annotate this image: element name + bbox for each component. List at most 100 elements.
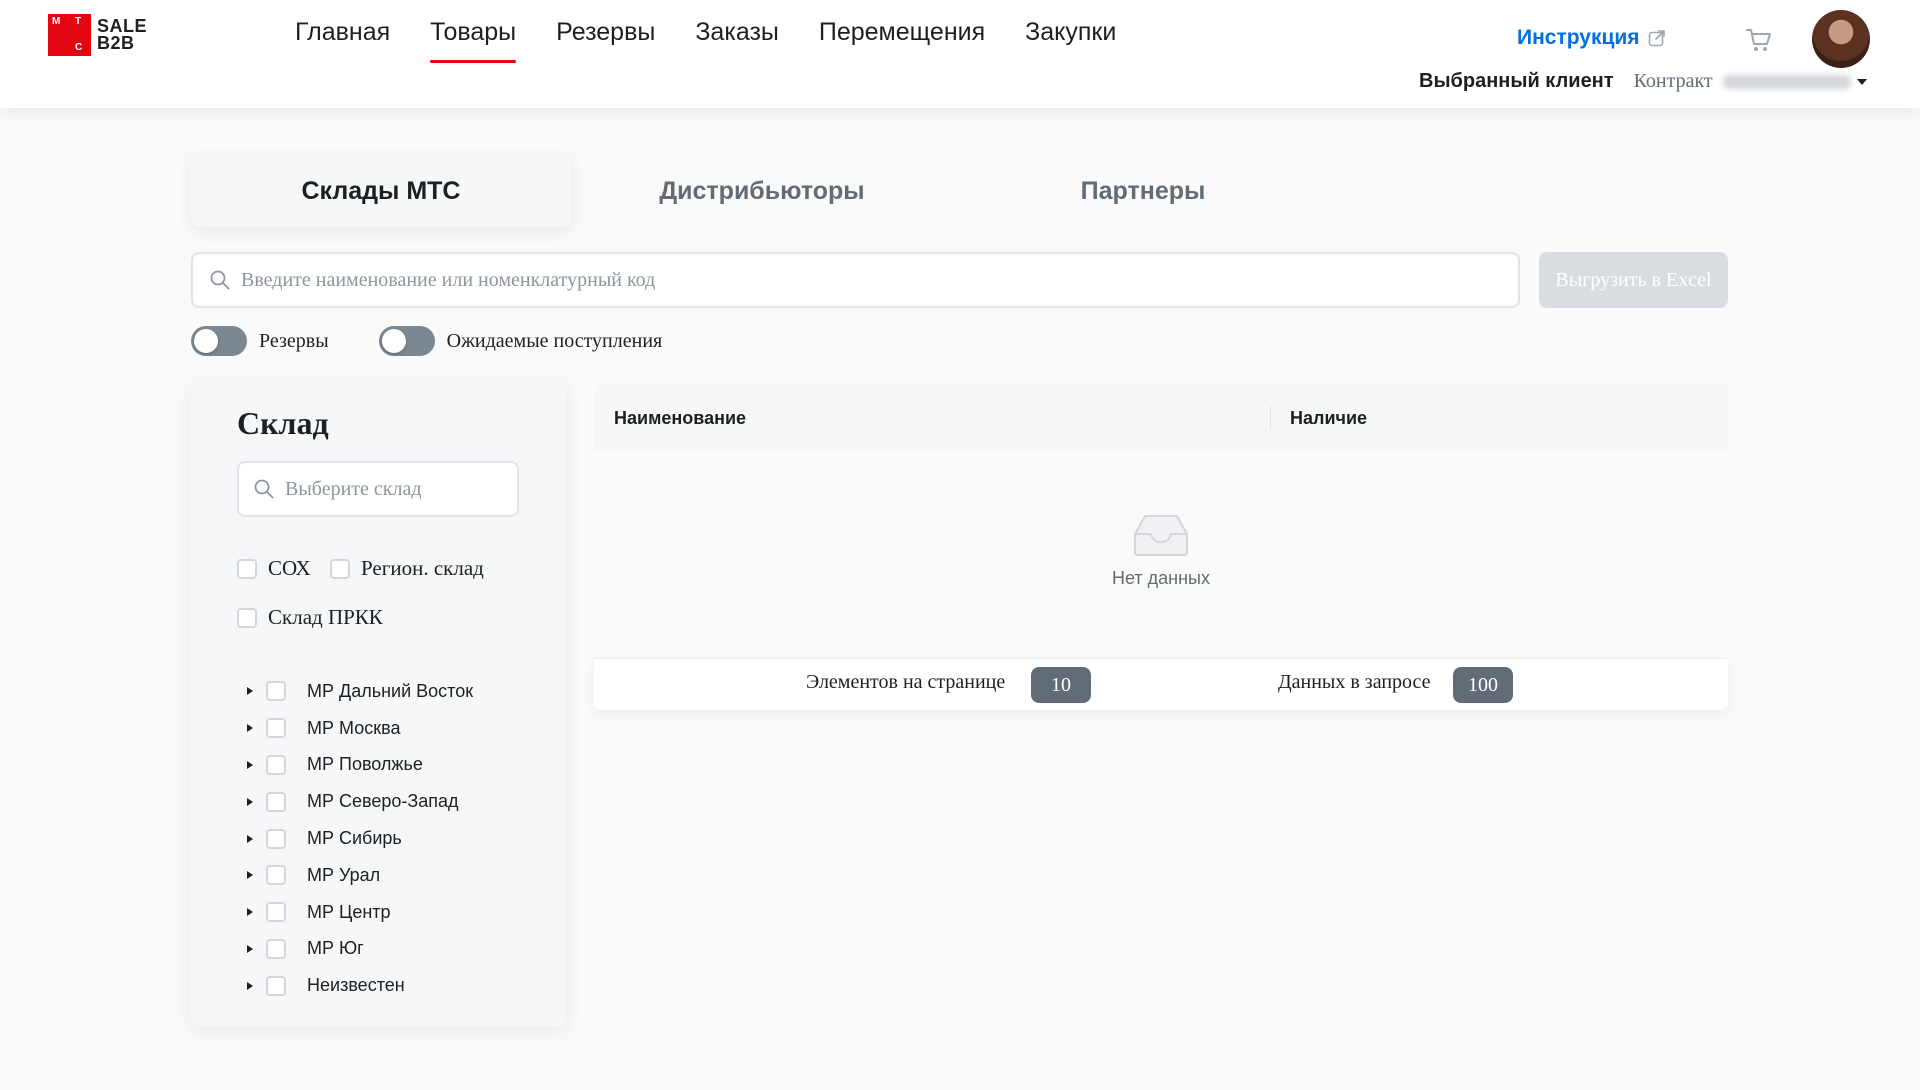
- expected-arrivals-toggle-label: Ожидаемые поступления: [446, 329, 663, 352]
- nav-item-home[interactable]: Главная: [295, 18, 390, 63]
- region-tree: МР Дальний Восток МР Москва МР Поволжье …: [245, 673, 473, 1004]
- caret-right-icon[interactable]: [247, 687, 253, 696]
- checkbox[interactable]: [266, 865, 286, 886]
- contract-label: Контракт: [1633, 70, 1713, 92]
- tree-item-label: МР Юг: [307, 938, 364, 959]
- tree-item-label: МР Северо-Запад: [307, 791, 459, 812]
- chevron-down-icon[interactable]: [1856, 78, 1867, 85]
- logo-letter-s: С: [75, 42, 83, 53]
- product-search-input[interactable]: [241, 268, 1441, 292]
- option-label: СОХ: [268, 556, 311, 580]
- nav-item-reserves[interactable]: Резервы: [556, 18, 655, 63]
- pagination-bar: Элементов на странице 10 Данных в запрос…: [594, 658, 1728, 710]
- tree-item-label: МР Центр: [307, 901, 391, 922]
- mts-logo-mark: М Т С: [48, 14, 91, 56]
- search-icon: [210, 270, 230, 290]
- main-nav: Главная Товары Резервы Заказы Перемещени…: [295, 18, 1156, 63]
- checkbox[interactable]: [237, 607, 257, 628]
- option-regional-warehouse[interactable]: Регион. склад: [330, 556, 484, 581]
- per-page-label: Элементов на странице: [806, 671, 1006, 693]
- caret-right-icon[interactable]: [247, 871, 253, 880]
- logo-text: SALE B2B: [97, 17, 147, 53]
- tab-partners[interactable]: Партнеры: [953, 155, 1333, 227]
- option-prkk-warehouse[interactable]: Склад ПРКК: [237, 605, 383, 630]
- caret-right-icon[interactable]: [247, 908, 253, 917]
- tree-item-label: МР Москва: [307, 717, 401, 738]
- checkbox[interactable]: [266, 718, 286, 739]
- checkbox[interactable]: [266, 681, 286, 702]
- nav-item-purchases[interactable]: Закупки: [1025, 18, 1116, 63]
- tab-distributors[interactable]: Дистрибьюторы: [572, 155, 952, 227]
- product-search: [191, 252, 1520, 308]
- caret-right-icon[interactable]: [247, 724, 253, 733]
- expected-arrivals-toggle[interactable]: [378, 326, 435, 356]
- tree-item-label: МР Дальний Восток: [307, 680, 474, 701]
- warehouse-search: [237, 461, 519, 517]
- table-header: Наименование Наличие: [594, 384, 1728, 452]
- option-label: Регион. склад: [361, 556, 484, 580]
- cart-icon[interactable]: [1745, 26, 1773, 54]
- warehouse-filter-title: Склад: [237, 405, 329, 441]
- checkbox[interactable]: [266, 975, 286, 996]
- option-sokh[interactable]: СОХ: [237, 556, 311, 581]
- nav-item-products[interactable]: Товары: [430, 18, 517, 63]
- instruction-link-label: Инструкция: [1517, 26, 1640, 49]
- contract-value-blurred: [1722, 74, 1851, 89]
- column-header-name[interactable]: Наименование: [614, 408, 746, 429]
- checkbox[interactable]: [266, 938, 286, 959]
- search-icon: [254, 479, 274, 499]
- checkbox[interactable]: [266, 791, 286, 812]
- request-size-select[interactable]: 100: [1453, 667, 1513, 703]
- per-page-select[interactable]: 10: [1031, 667, 1091, 703]
- logo-letter-m: М: [52, 16, 61, 27]
- request-size-label: Данных в запросе: [1278, 671, 1431, 693]
- warehouse-filter-panel: Склад СОХ Регион. склад Склад ПРКК МР Да…: [191, 381, 566, 1027]
- tree-item-label: МР Урал: [307, 864, 381, 885]
- tree-item-volga[interactable]: МР Поволжье: [245, 747, 473, 784]
- logo[interactable]: М Т С SALE B2B: [48, 14, 147, 56]
- tab-mts-warehouses[interactable]: Склады МТС: [191, 155, 571, 227]
- export-excel-button[interactable]: Выгрузить в Excel: [1539, 252, 1728, 308]
- option-label: Склад ПРКК: [268, 605, 383, 629]
- caret-right-icon[interactable]: [247, 981, 253, 990]
- tree-item-north-west[interactable]: МР Северо-Запад: [245, 783, 473, 820]
- products-table: Наименование Наличие Нет данных Элементо…: [594, 384, 1728, 710]
- nav-item-transfers[interactable]: Перемещения: [819, 18, 985, 63]
- checkbox[interactable]: [266, 828, 286, 849]
- tree-item-unknown[interactable]: Неизвестен: [245, 967, 473, 1004]
- caret-right-icon[interactable]: [247, 797, 253, 806]
- tree-item-far-east[interactable]: МР Дальний Восток: [245, 673, 473, 710]
- checkbox[interactable]: [266, 754, 286, 775]
- tree-item-label: МР Поволжье: [307, 754, 423, 775]
- checkbox[interactable]: [330, 558, 350, 579]
- empty-state-text: Нет данных: [1112, 568, 1210, 588]
- caret-right-icon[interactable]: [247, 760, 253, 769]
- column-header-availability[interactable]: Наличие: [1290, 408, 1367, 429]
- client-selector[interactable]: Выбранный клиент Контракт: [1419, 70, 1867, 93]
- filter-toggles: Резервы Ожидаемые поступления: [191, 326, 662, 356]
- avatar[interactable]: [1812, 10, 1870, 68]
- logo-letter-t: Т: [75, 16, 82, 27]
- checkbox[interactable]: [266, 902, 286, 923]
- selected-client-label: Выбранный клиент: [1419, 70, 1614, 92]
- logo-text-b2b: B2B: [97, 33, 135, 53]
- external-link-icon: [1648, 30, 1665, 47]
- empty-inbox-icon: [1134, 515, 1188, 556]
- instruction-link[interactable]: Инструкция: [1517, 26, 1666, 50]
- tree-item-moscow[interactable]: МР Москва: [245, 710, 473, 747]
- checkbox[interactable]: [237, 558, 257, 579]
- tree-item-label: Неизвестен: [307, 975, 405, 996]
- caret-right-icon[interactable]: [247, 834, 253, 843]
- tree-item-siberia[interactable]: МР Сибирь: [245, 820, 473, 857]
- warehouse-search-input[interactable]: [285, 477, 515, 501]
- caret-right-icon[interactable]: [247, 944, 253, 953]
- tree-item-center[interactable]: МР Центр: [245, 894, 473, 931]
- column-divider: [1270, 406, 1271, 430]
- empty-state: Нет данных: [594, 452, 1728, 658]
- tree-item-label: МР Сибирь: [307, 828, 402, 849]
- nav-item-orders[interactable]: Заказы: [695, 18, 779, 63]
- tree-item-ural[interactable]: МР Урал: [245, 857, 473, 894]
- tree-item-south[interactable]: МР Юг: [245, 931, 473, 968]
- reserves-toggle[interactable]: [191, 326, 247, 356]
- top-header: М Т С SALE B2B Главная Товары Резервы За…: [0, 0, 1920, 108]
